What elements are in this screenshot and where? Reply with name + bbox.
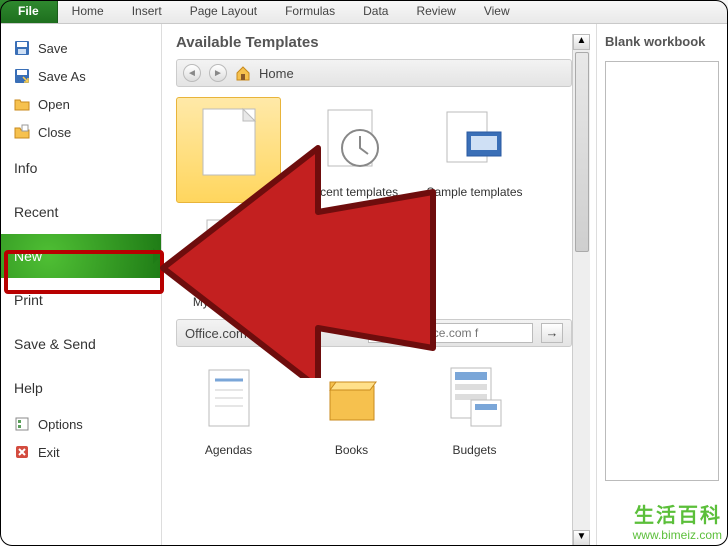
backstage-sidebar: Save Save As Open Close Info Recent New …	[0, 24, 162, 546]
templates-panel: Available Templates ◄ ► Home Recent temp…	[162, 24, 596, 546]
sidebar-item-recent[interactable]: Recent	[0, 190, 161, 234]
options-icon	[14, 416, 30, 432]
search-go-button[interactable]: →	[541, 323, 563, 343]
nav-forward-button[interactable]: ►	[209, 64, 227, 82]
sidebar-item-info[interactable]: Info	[0, 146, 161, 190]
sidebar-label: Options	[38, 417, 83, 432]
budgets-tile[interactable]: Budgets	[422, 355, 527, 461]
sample-templates-tile[interactable]: Sample templates	[422, 97, 527, 203]
ribbon-tab-insert[interactable]: Insert	[118, 0, 176, 23]
watermark-line2: www.bimeiz.com	[633, 528, 722, 542]
tile-label: My templates	[193, 295, 264, 309]
sidebar-label: Close	[38, 125, 71, 140]
preview-title: Blank workbook	[605, 34, 720, 49]
backstage: Save Save As Open Close Info Recent New …	[0, 24, 728, 546]
sidebar-label: Recent	[14, 204, 58, 220]
ribbon-tab-page-layout[interactable]: Page Layout	[176, 0, 271, 23]
sidebar-label: Info	[14, 160, 37, 176]
nav-back-button[interactable]: ◄	[183, 64, 201, 82]
preview-panel: Blank workbook	[596, 24, 728, 546]
preview-thumbnail	[605, 61, 719, 481]
home-icon	[235, 65, 251, 81]
exit-icon	[14, 444, 30, 460]
sidebar-label: Save As	[38, 69, 86, 84]
save-as-icon	[14, 68, 30, 84]
new-from-existing-tile[interactable]: New from existing	[299, 207, 404, 313]
ribbon-tab-data[interactable]: Data	[349, 0, 402, 23]
books-tile[interactable]: Books	[299, 355, 404, 461]
office-templates-header: Office.com Templates →	[176, 319, 572, 347]
ribbon-tab-file[interactable]: File	[0, 0, 58, 23]
recent-templates-tile[interactable]: Recent templates	[299, 97, 404, 203]
ribbon: File Home Insert Page Layout Formulas Da…	[0, 0, 728, 24]
blank-workbook-tile[interactable]	[176, 97, 281, 203]
scroll-up-button[interactable]: ▲	[573, 34, 590, 50]
breadcrumb: ◄ ► Home	[176, 59, 572, 87]
save-icon	[14, 40, 30, 56]
sidebar-item-save-as[interactable]: Save As	[0, 62, 161, 90]
sidebar-label: Save	[38, 41, 68, 56]
sidebar-label: Help	[14, 380, 43, 396]
watermark: 生活百科 www.bimeiz.com	[633, 504, 722, 542]
sidebar-item-open[interactable]: Open	[0, 90, 161, 118]
scroll-thumb[interactable]	[575, 52, 589, 252]
sidebar-item-exit[interactable]: Exit	[0, 438, 161, 466]
close-file-icon	[14, 124, 30, 140]
tile-label: Sample templates	[426, 185, 522, 199]
ribbon-tab-formulas[interactable]: Formulas	[271, 0, 349, 23]
section-title: Available Templates	[176, 34, 572, 51]
sidebar-item-options[interactable]: Options	[0, 410, 161, 438]
agendas-tile[interactable]: Agendas	[176, 355, 281, 461]
my-templates-tile[interactable]: My templates	[176, 207, 281, 313]
breadcrumb-label: Home	[259, 66, 294, 81]
watermark-line1: 生活百科	[633, 504, 722, 528]
scrollbar: ▲ ▼	[572, 34, 590, 546]
sidebar-label: Exit	[38, 445, 60, 460]
sidebar-label: Open	[38, 97, 70, 112]
sidebar-item-new[interactable]: New	[0, 234, 161, 278]
open-icon	[14, 96, 30, 112]
sidebar-label: New	[14, 248, 42, 264]
ribbon-tab-view[interactable]: View	[470, 0, 524, 23]
tile-label: Books	[335, 443, 368, 457]
office-template-tiles: Agendas Books Budgets	[176, 355, 572, 461]
sidebar-item-close[interactable]: Close	[0, 118, 161, 146]
sidebar-item-save[interactable]: Save	[0, 34, 161, 62]
tile-label: New from existing	[304, 295, 399, 309]
sidebar-label: Print	[14, 292, 43, 308]
tile-label: Agendas	[205, 443, 252, 457]
search-input[interactable]	[368, 323, 533, 343]
ribbon-tab-home[interactable]: Home	[58, 0, 118, 23]
sidebar-item-help[interactable]: Help	[0, 366, 161, 410]
sidebar-label: Save & Send	[14, 336, 96, 352]
sidebar-item-save-send[interactable]: Save & Send	[0, 322, 161, 366]
sidebar-item-print[interactable]: Print	[0, 278, 161, 322]
subsection-label: Office.com Templates	[185, 326, 360, 341]
tile-label: Recent templates	[305, 185, 398, 199]
template-tiles: Recent templates Sample templates My tem…	[176, 97, 572, 313]
tile-label: Budgets	[452, 443, 496, 457]
ribbon-tab-review[interactable]: Review	[402, 0, 469, 23]
scroll-down-button[interactable]: ▼	[573, 530, 590, 546]
